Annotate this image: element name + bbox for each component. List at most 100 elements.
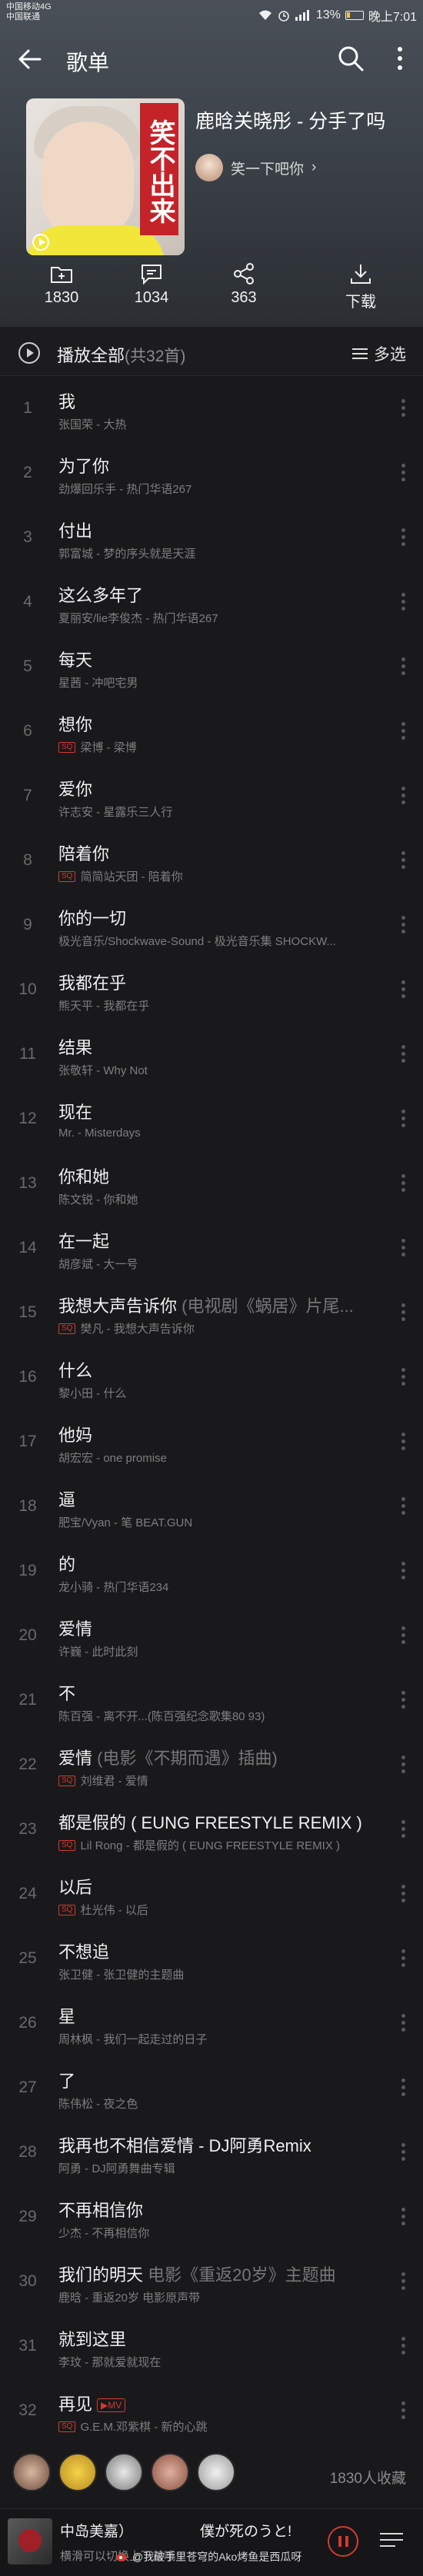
song-more-icon[interactable] — [400, 2077, 406, 2098]
song-row[interactable]: 27 了陈伟松 - 夜之色 — [0, 2055, 423, 2120]
collect-button[interactable]: 1830 — [19, 261, 104, 307]
song-row[interactable]: 10 我都在乎 熊天平 - 我都在乎 — [0, 957, 423, 1022]
song-row[interactable]: 19 的龙小骑 - 热门华语234 — [0, 1539, 423, 1603]
follower-avatar — [58, 2453, 97, 2491]
song-row[interactable]: 28 我再也不相信爱情 - DJ阿勇Remix 阿勇 - DJ阿勇舞曲专辑 — [0, 2120, 423, 2185]
song-more-icon[interactable] — [400, 1948, 406, 1969]
playlist-cover[interactable]: 笑不出来 — [26, 98, 185, 255]
song-row[interactable]: 3 付出 郭富城 - 梦的序头就是天涯 — [0, 505, 423, 570]
song-row[interactable]: 4 这么多年了 夏丽安/lie李俊杰 - 热门华语267 — [0, 570, 423, 634]
song-row[interactable]: 29 不再相信你 少杰 - 不再相信你 — [0, 2185, 423, 2249]
song-row[interactable]: 18 逼肥宝/Vyan - 笔 BEAT.GUN — [0, 1474, 423, 1539]
song-number: 32 — [18, 2401, 37, 2419]
song-row[interactable]: 11 结果 张敬轩 - Why Not — [0, 1022, 423, 1087]
followers-strip[interactable]: 1830人收藏 — [0, 2445, 423, 2507]
song-row[interactable]: 8 陪着你 SQ 简简站天团 - 陪着你 — [0, 828, 423, 893]
song-more-icon[interactable] — [400, 1431, 406, 1453]
song-title: 我都在乎 — [58, 970, 126, 994]
song-title-text: 星 — [58, 2007, 76, 2026]
song-more-icon[interactable] — [400, 850, 406, 871]
song-row[interactable]: 26 星周林枫 - 我们一起走过的日子 — [0, 1991, 423, 2055]
song-row[interactable]: 1 我张国荣 - 大热 — [0, 376, 423, 441]
song-number: 12 — [18, 1110, 37, 1127]
now-playing-cover[interactable] — [8, 2518, 52, 2564]
more-vertical-icon[interactable] — [391, 45, 409, 72]
song-row[interactable]: 31 就到这里 李玟 - 那就爱就现在 — [0, 2314, 423, 2378]
creator-link[interactable]: 笑一下吧你 › — [195, 154, 316, 181]
back-arrow-icon[interactable] — [17, 46, 43, 72]
song-subtitle: SQ 刘维君 - 爱情 — [58, 1772, 148, 1789]
song-row[interactable]: 20 爱情 许巍 - 此时此刻 — [0, 1603, 423, 1668]
song-more-icon[interactable] — [400, 398, 406, 419]
song-row[interactable]: 32 再见 ▶MV SQ G.E.M.邓紫棋 - 新的心跳 — [0, 2378, 423, 2443]
song-more-icon[interactable] — [400, 1819, 406, 1840]
song-more-icon[interactable] — [400, 2335, 406, 2357]
song-row[interactable]: 25 不想追 张卫健 - 张卫健的主题曲 — [0, 1926, 423, 1991]
share-button[interactable]: 363 — [202, 261, 286, 307]
song-row[interactable]: 13 你和她 陈文锐 - 你和她 — [0, 1151, 423, 1216]
song-row[interactable]: 2 为了你 劲爆回乐手 - 热门华语267 — [0, 441, 423, 505]
song-more-icon[interactable] — [400, 2271, 406, 2292]
playlist-queue-icon[interactable] — [380, 2531, 403, 2549]
song-artist-album: 梁博 - 梁博 — [80, 741, 137, 754]
play-all-button[interactable]: 播放全部(共32首) — [57, 342, 185, 367]
play-circle-icon[interactable] — [18, 342, 40, 364]
song-row[interactable]: 5 每天 星茜 - 冲吧宅男 — [0, 634, 423, 699]
follower-avatar — [105, 2453, 143, 2491]
comment-button[interactable]: 1034 — [109, 261, 194, 307]
song-title: 你和她 — [58, 1163, 109, 1188]
song-more-icon[interactable] — [400, 1302, 406, 1323]
song-row[interactable]: 17 他妈 胡宏宏 - one promise — [0, 1409, 423, 1474]
song-more-icon[interactable] — [400, 1173, 406, 1194]
song-more-icon[interactable] — [400, 1883, 406, 1905]
search-icon[interactable] — [337, 45, 365, 72]
song-more-icon[interactable] — [400, 914, 406, 936]
song-row[interactable]: 9 你的一切 极光音乐/Shockwave-Sound - 极光音乐集 SHOCKW… — [0, 893, 423, 957]
song-more-icon[interactable] — [400, 1237, 406, 1259]
song-more-icon[interactable] — [400, 1108, 406, 1130]
song-more-icon[interactable] — [400, 2142, 406, 2163]
download-button[interactable]: 下载 — [318, 261, 403, 311]
song-more-icon[interactable] — [400, 1043, 406, 1065]
pause-button[interactable] — [328, 2526, 358, 2557]
song-more-icon[interactable] — [400, 1754, 406, 1776]
song-row[interactable]: 12 现在 Mr. - Misterdays — [0, 1087, 423, 1151]
song-row[interactable]: 7 爱你 许志安 - 星露乐三人行 — [0, 764, 423, 828]
song-more-icon[interactable] — [400, 785, 406, 807]
song-artist-album: 熊天平 - 我都在乎 — [58, 1000, 150, 1013]
song-more-icon[interactable] — [400, 1560, 406, 1582]
mv-badge[interactable]: ▶MV — [97, 2398, 126, 2413]
song-artist-album: 周林枫 - 我们一起走过的日子 — [58, 2033, 208, 2046]
song-number: 20 — [18, 1626, 37, 1644]
song-more-icon[interactable] — [400, 1625, 406, 1646]
song-more-icon[interactable] — [400, 656, 406, 677]
song-more-icon[interactable] — [400, 527, 406, 548]
song-row[interactable]: 30 我们的明天 电影《重返20岁》主题曲 鹿晗 - 重返20岁 电影原声带 — [0, 2249, 423, 2314]
song-more-icon[interactable] — [400, 1496, 406, 1517]
song-more-icon[interactable] — [400, 2206, 406, 2228]
song-more-icon[interactable] — [400, 979, 406, 1000]
cover-play-icon[interactable] — [32, 234, 49, 251]
mini-player[interactable]: 中岛美嘉） 僕が死のうと! 横滑可以切换上下首哦 @我破手里苍穹的Ako烤鱼是西… — [0, 2508, 423, 2576]
multi-select-button[interactable]: 多选 — [352, 342, 406, 365]
song-row[interactable]: 15 我想大声告诉你 (电视剧《蜗居》片尾... SQ 樊凡 - 我想大声告诉你 — [0, 1280, 423, 1345]
song-row[interactable]: 6 想你 SQ 梁博 - 梁博 — [0, 699, 423, 764]
song-row[interactable]: 24 以后 SQ 杜光伟 - 以后 — [0, 1862, 423, 1926]
song-row[interactable]: 21 不陈百强 - 离不开...(陈百强纪念歌集80 93) — [0, 1668, 423, 1732]
song-more-icon[interactable] — [400, 721, 406, 742]
song-row[interactable]: 23 都是假的 ( EUNG FREESTYLE REMIX ) SQ Lil Ron… — [0, 1797, 423, 1862]
song-more-icon[interactable] — [400, 1366, 406, 1388]
song-row[interactable]: 14 在一起 胡彦斌 - 大一号 — [0, 1216, 423, 1280]
song-more-icon[interactable] — [400, 2400, 406, 2421]
song-more-icon[interactable] — [400, 462, 406, 484]
song-more-icon[interactable] — [400, 2012, 406, 2034]
song-row[interactable]: 16 什么 黎小田 - 什么 — [0, 1345, 423, 1409]
song-more-icon[interactable] — [400, 591, 406, 613]
song-row[interactable]: 22 爱情 (电影《不期而遇》插曲) SQ 刘维君 - 爱情 — [0, 1732, 423, 1797]
carrier-info: 中国移动4G 中国联通 — [6, 2, 52, 22]
song-number: 6 — [23, 722, 32, 740]
follower-avatar — [197, 2453, 235, 2491]
song-more-icon[interactable] — [400, 1689, 406, 1711]
song-title: 爱情 — [58, 1616, 92, 1640]
song-title: 都是假的 ( EUNG FREESTYLE REMIX ) — [58, 1809, 362, 1834]
